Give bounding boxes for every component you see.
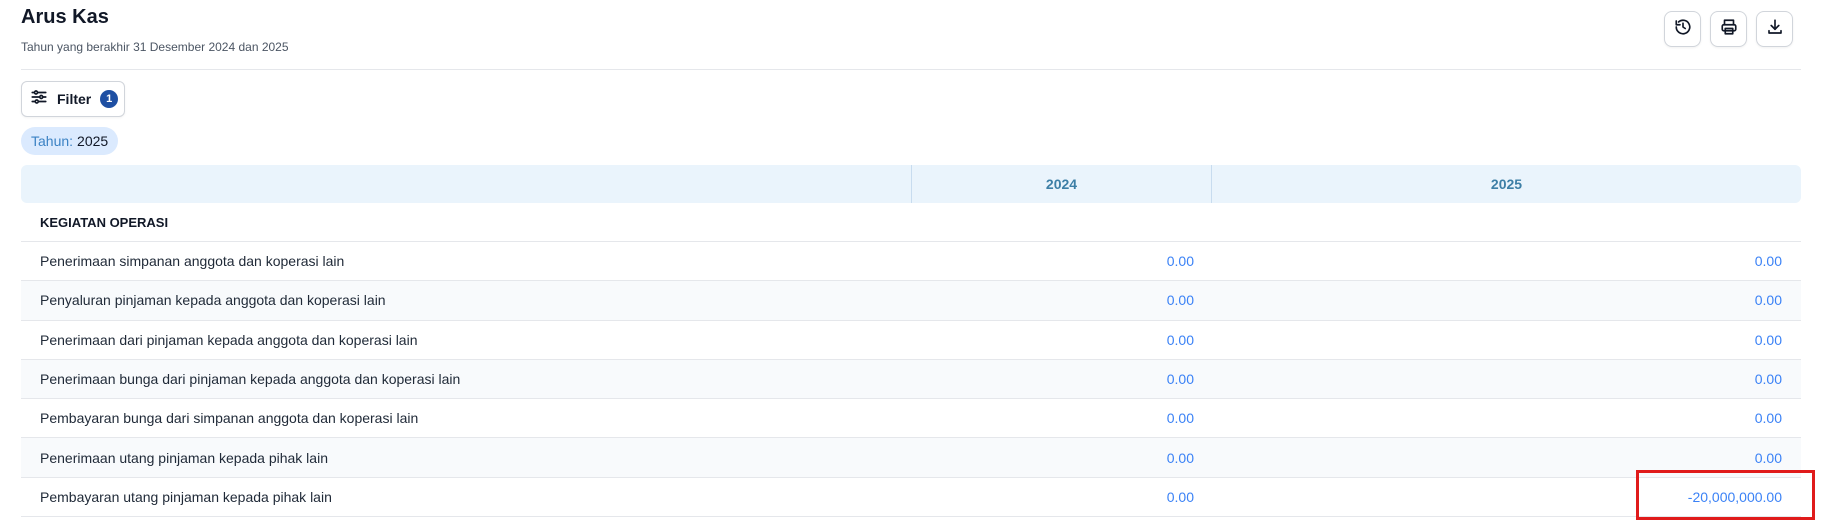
- table-header: 2024 2025: [21, 165, 1801, 203]
- table-row: Pembayaran bunga dari simpanan anggota d…: [21, 399, 1801, 439]
- value-2024[interactable]: 0.00: [1167, 321, 1194, 359]
- chip-key: Tahun:: [31, 133, 74, 149]
- chip-value: 2025: [77, 133, 109, 149]
- printer-icon: [1720, 18, 1738, 41]
- row-label: Penyaluran pinjaman kepada anggota dan k…: [40, 292, 386, 309]
- table-body: Penerimaan simpanan anggota dan koperasi…: [21, 242, 1801, 518]
- filter-chip-year[interactable]: Tahun: 2025: [21, 127, 119, 155]
- value-2024[interactable]: 0.00: [1167, 478, 1194, 516]
- page-subtitle: Tahun yang berakhir 31 Desember 2024 dan…: [21, 40, 289, 54]
- filter-button[interactable]: Filter 1: [21, 81, 125, 117]
- page-header: Arus Kas Tahun yang berakhir 31 Desember…: [21, 0, 1801, 70]
- row-label: Pembayaran bunga dari simpanan anggota d…: [40, 410, 419, 427]
- highlight-box: [1636, 470, 1815, 520]
- sliders-icon: [30, 88, 48, 111]
- page-title: Arus Kas: [21, 6, 109, 28]
- row-label: Penerimaan utang pinjaman kepada pihak l…: [40, 449, 328, 466]
- table-row: Penyaluran pinjaman kepada anggota dan k…: [21, 281, 1801, 321]
- value-2024[interactable]: 0.00: [1167, 242, 1194, 280]
- table-row: Penerimaan dari pinjaman kepada anggota …: [21, 320, 1801, 360]
- row-label: Penerimaan simpanan anggota dan koperasi…: [40, 253, 345, 270]
- value-2024[interactable]: 0.00: [1167, 281, 1194, 319]
- value-2024[interactable]: 0.00: [1167, 438, 1194, 476]
- table-row: Penerimaan utang pinjaman kepada pihak l…: [21, 438, 1801, 478]
- table-row: Penerimaan bunga dari pinjaman kepada an…: [21, 359, 1801, 400]
- table-row: Penerimaan simpanan anggota dan koperasi…: [21, 242, 1801, 282]
- row-label: Penerimaan bunga dari pinjaman kepada an…: [40, 371, 461, 388]
- section-title: KEGIATAN OPERASI: [21, 203, 1801, 242]
- download-button[interactable]: [1756, 11, 1793, 47]
- column-header-2025: 2025: [1211, 165, 1801, 203]
- value-2025[interactable]: 0.00: [1755, 360, 1782, 398]
- value-2025[interactable]: 0.00: [1755, 399, 1782, 437]
- value-2024[interactable]: 0.00: [1167, 399, 1194, 437]
- row-label: Pembayaran utang pinjaman kepada pihak l…: [40, 488, 332, 505]
- filter-count-badge: 1: [100, 90, 119, 108]
- history-icon: [1674, 18, 1692, 41]
- value-2024[interactable]: 0.00: [1167, 360, 1194, 398]
- print-button[interactable]: [1710, 11, 1747, 47]
- history-button[interactable]: [1664, 11, 1701, 47]
- row-label: Penerimaan dari pinjaman kepada anggota …: [40, 331, 418, 348]
- filter-label: Filter: [57, 91, 92, 107]
- column-header-2024: 2024: [911, 165, 1211, 203]
- cash-flow-table: 2024 2025 KEGIATAN OPERASI Penerimaan si…: [21, 165, 1801, 518]
- value-2025[interactable]: 0.00: [1755, 321, 1782, 359]
- value-2025[interactable]: 0.00: [1755, 242, 1782, 280]
- table-row: Pembayaran utang pinjaman kepada pihak l…: [21, 477, 1801, 518]
- value-2025[interactable]: 0.00: [1755, 281, 1782, 319]
- header-actions: [1664, 11, 1793, 47]
- download-icon: [1766, 18, 1784, 41]
